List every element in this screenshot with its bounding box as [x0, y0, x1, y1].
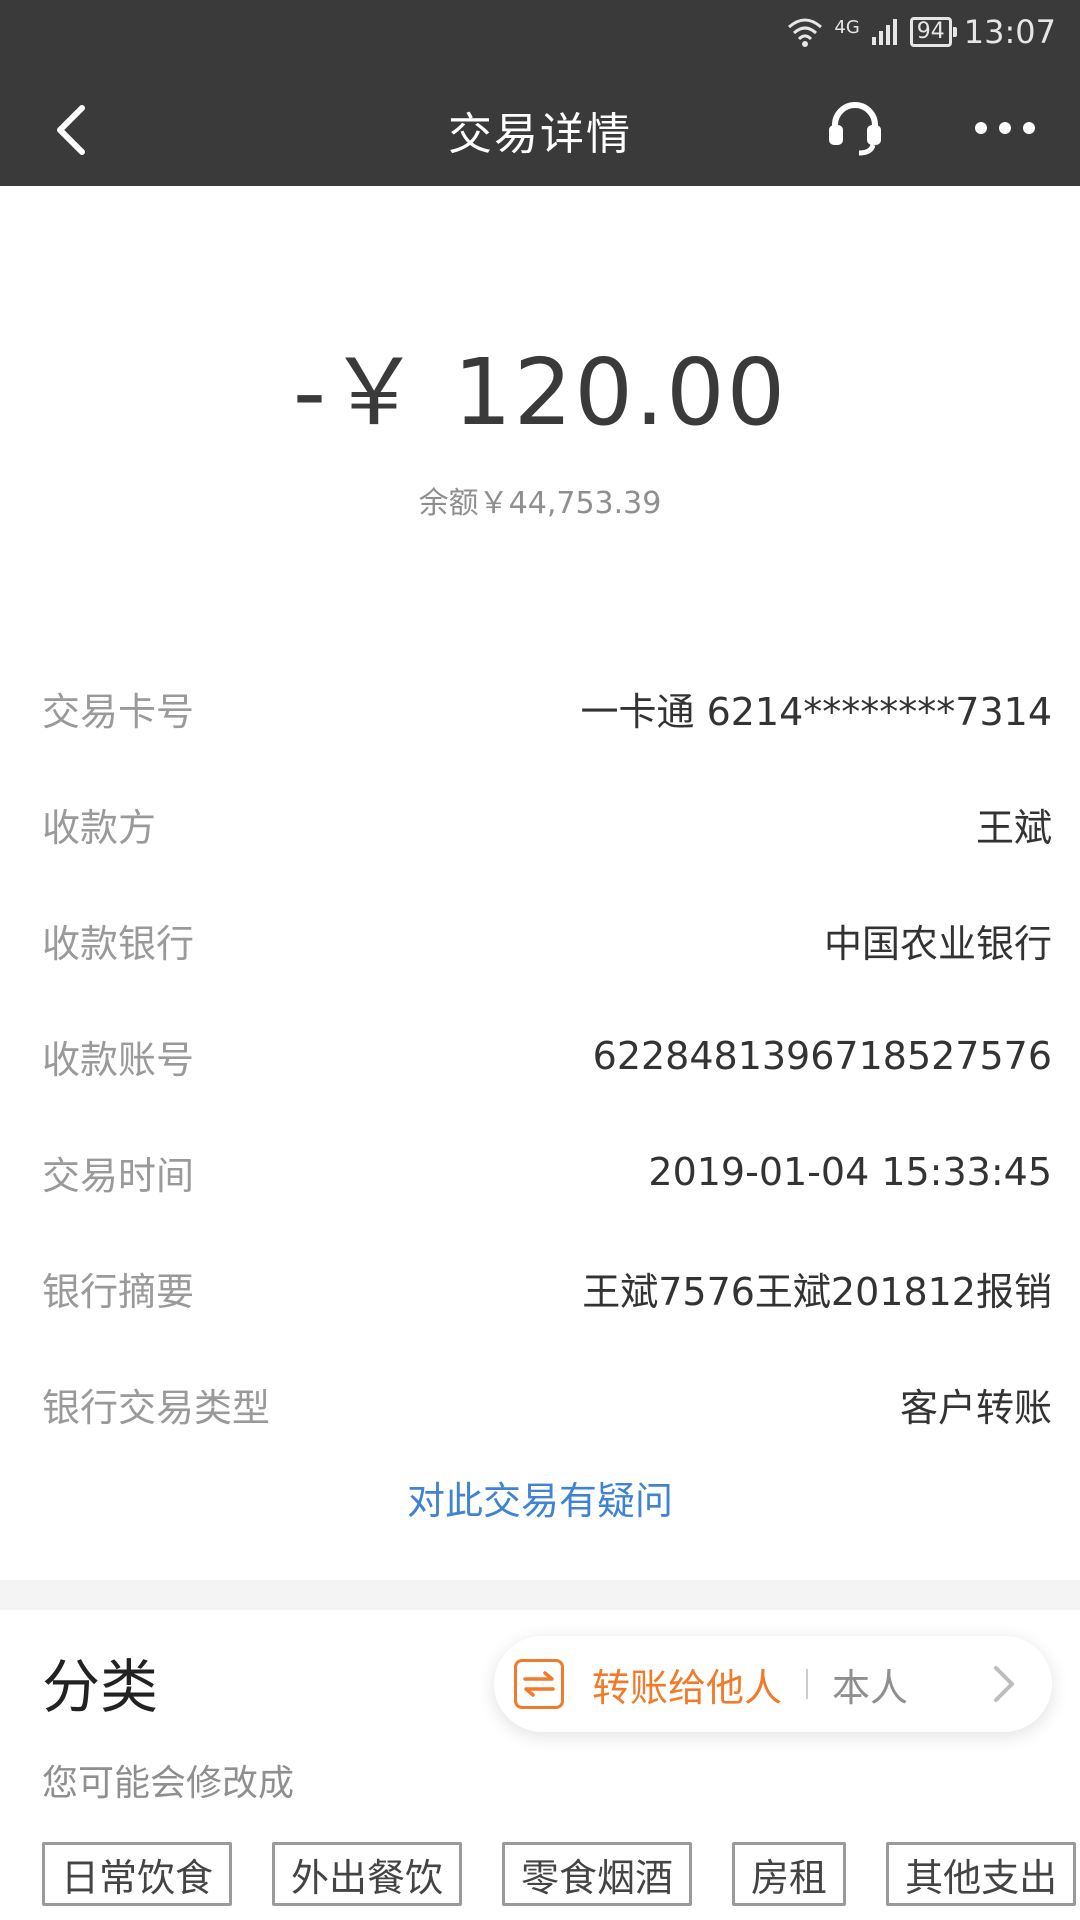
detail-value: 2019-01-04 15:33:45 [648, 1150, 1052, 1194]
account-balance: 余额￥44,753.39 [418, 486, 662, 521]
status-bar: 4G 94 13:07 [0, 0, 1080, 64]
category-tag[interactable]: 零食烟酒 [502, 1842, 693, 1906]
chevron-right-icon [992, 1664, 1016, 1708]
detail-label: 银行交易类型 [42, 1385, 271, 1430]
detail-label: 交易时间 [42, 1153, 195, 1198]
category-tag[interactable]: 日常饮食 [42, 1842, 233, 1906]
detail-row-type: 银行交易类型 客户转账 [0, 1346, 1080, 1462]
category-tag[interactable]: 房租 [732, 1842, 847, 1906]
transaction-details: 交易卡号 一卡通 6214********7314 收款方 王斌 收款银行 中国… [0, 650, 1080, 1462]
detail-row-payee-account: 收款账号 6228481396718527576 [0, 998, 1080, 1114]
signal-icon [871, 19, 897, 45]
more-icon [975, 122, 1035, 134]
network-type: 4G [834, 17, 860, 38]
detail-value: 王斌 [975, 805, 1052, 850]
nav-bar: 交易详情 [0, 64, 1080, 186]
section-divider [0, 1580, 1080, 1610]
detail-label: 银行摘要 [42, 1269, 195, 1314]
headset-icon [829, 102, 881, 156]
transaction-amount: -￥ 120.00 [292, 339, 788, 446]
more-button[interactable] [970, 98, 1040, 158]
category-tags: 日常饮食 外出餐饮 零食烟酒 房租 其他支出 [42, 1842, 1077, 1906]
category-subtag: 本人 [832, 1665, 909, 1710]
status-time: 13:07 [963, 13, 1056, 51]
detail-row-summary: 银行摘要 王斌7576王斌201812报销 [0, 1230, 1080, 1346]
transfer-icon [514, 1659, 564, 1709]
detail-row-payee-bank: 收款银行 中国农业银行 [0, 882, 1080, 998]
detail-label: 收款方 [42, 805, 157, 850]
detail-value: 客户转账 [899, 1385, 1052, 1430]
category-hint: 您可能会修改成 [42, 1763, 295, 1804]
battery-indicator: 94 [909, 17, 957, 47]
detail-value: 一卡通 6214********7314 [580, 689, 1053, 734]
top-bar: 4G 94 13:07 交易详情 [0, 0, 1080, 186]
detail-row-time: 交易时间 2019-01-04 15:33:45 [0, 1114, 1080, 1230]
detail-row-payee: 收款方 王斌 [0, 766, 1080, 882]
status-icons: 4G 94 [786, 17, 957, 47]
page-title: 交易详情 [448, 109, 632, 160]
wifi-icon [788, 18, 823, 47]
category-tag[interactable]: 其他支出 [886, 1842, 1077, 1906]
question-link[interactable]: 对此交易有疑问 [0, 1470, 1080, 1525]
selected-category: 转账给他人 [592, 1665, 783, 1710]
pill-separator [806, 1669, 809, 1699]
detail-row-card-number: 交易卡号 一卡通 6214********7314 [0, 650, 1080, 766]
detail-label: 收款账号 [42, 1037, 195, 1082]
detail-value: 6228481396718527576 [592, 1034, 1052, 1078]
detail-value: 中国农业银行 [823, 921, 1052, 966]
detail-value: 王斌7576王斌201812报销 [582, 1269, 1052, 1314]
detail-label: 交易卡号 [42, 689, 195, 734]
category-selector[interactable]: 转账给他人 本人 [494, 1636, 1052, 1732]
customer-service-button[interactable] [820, 92, 890, 162]
category-tag[interactable]: 外出餐饮 [272, 1842, 463, 1906]
category-title: 分类 [42, 1653, 159, 1721]
detail-label: 收款银行 [42, 921, 195, 966]
